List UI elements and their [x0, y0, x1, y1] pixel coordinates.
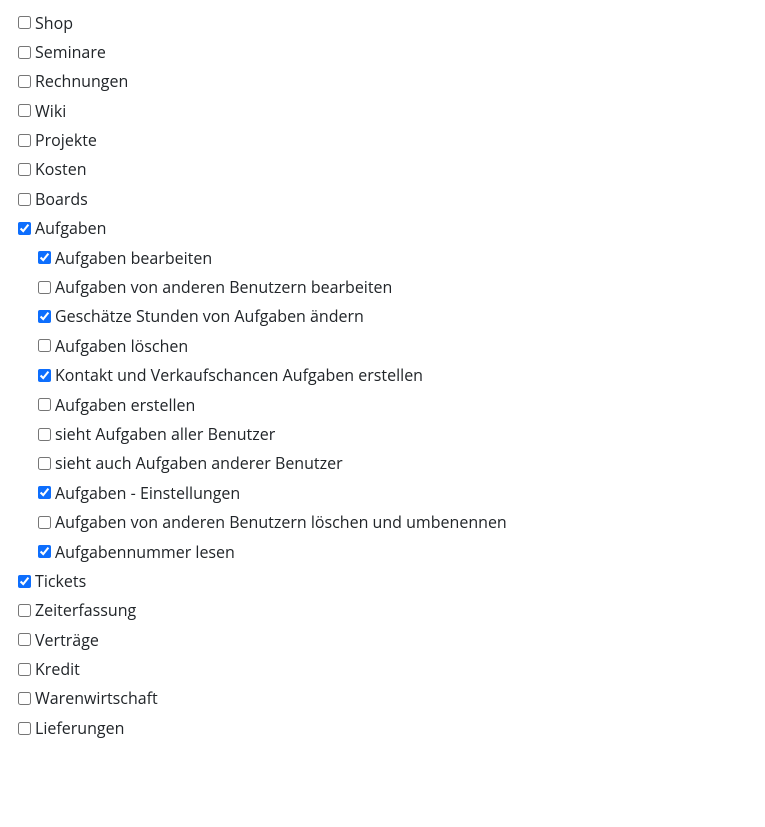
permission-item-aufgaben-kontakt-erstellen: Kontakt und Verkaufschancen Aufgaben ers…	[38, 361, 765, 390]
permission-checkbox-aufgaben-bearbeiten[interactable]	[38, 251, 51, 264]
permission-checkbox-rechnungen[interactable]	[18, 75, 31, 88]
permission-checkbox-aufgaben[interactable]	[18, 222, 31, 235]
permission-label-vertraege: Verträge	[35, 631, 99, 649]
permission-item-aufgaben-einstellungen: Aufgaben - Einstellungen	[38, 478, 765, 507]
permission-checkbox-aufgaben-andere-sehen[interactable]	[38, 457, 51, 470]
permission-checkbox-aufgaben-alle-sehen[interactable]	[38, 428, 51, 441]
permission-label-lieferungen: Lieferungen	[35, 719, 124, 737]
permission-item-shop: Shop	[18, 8, 765, 37]
permission-checkbox-zeiterfassung[interactable]	[18, 604, 31, 617]
permission-checkbox-boards[interactable]	[18, 193, 31, 206]
permission-checkbox-warenwirtschaft[interactable]	[18, 692, 31, 705]
permission-item-seminare: Seminare	[18, 37, 765, 66]
permission-label-aufgaben-alle-sehen: sieht Aufgaben aller Benutzer	[55, 425, 275, 443]
permission-checkbox-wiki[interactable]	[18, 104, 31, 117]
permissions-list: Shop Seminare Rechnungen Wiki Projekte Kosten…	[18, 8, 765, 743]
permission-label-kredit: Kredit	[35, 660, 80, 678]
permission-label-aufgaben-bearbeiten: Aufgaben bearbeiten	[55, 249, 212, 267]
permission-item-wiki: Wiki	[18, 96, 765, 125]
permission-label-wiki: Wiki	[35, 102, 66, 120]
permission-checkbox-aufgaben-einstellungen[interactable]	[38, 486, 51, 499]
permission-label-kosten: Kosten	[35, 160, 87, 178]
permission-label-warenwirtschaft: Warenwirtschaft	[35, 689, 158, 707]
permission-checkbox-aufgabennummer-lesen[interactable]	[38, 545, 51, 558]
permission-checkbox-aufgaben-erstellen[interactable]	[38, 398, 51, 411]
permission-checkbox-seminare[interactable]	[18, 46, 31, 59]
permission-item-warenwirtschaft: Warenwirtschaft	[18, 684, 765, 713]
permission-label-aufgaben-loeschen: Aufgaben löschen	[55, 337, 188, 355]
permission-item-kosten: Kosten	[18, 155, 765, 184]
permission-item-lieferungen: Lieferungen	[18, 713, 765, 742]
permission-item-kredit: Kredit	[18, 655, 765, 684]
permission-checkbox-kosten[interactable]	[18, 163, 31, 176]
permission-label-aufgaben-stunden-aendern: Geschätze Stunden von Aufgaben ändern	[55, 307, 364, 325]
permission-checkbox-aufgaben-kontakt-erstellen[interactable]	[38, 369, 51, 382]
permission-checkbox-tickets[interactable]	[18, 575, 31, 588]
permission-item-aufgaben-andere-bearbeiten: Aufgaben von anderen Benutzern bearbeite…	[38, 273, 765, 302]
permission-item-aufgaben-alle-sehen: sieht Aufgaben aller Benutzer	[38, 419, 765, 448]
permission-item-aufgaben-bearbeiten: Aufgaben bearbeiten	[38, 243, 765, 272]
permission-checkbox-shop[interactable]	[18, 16, 31, 29]
permission-label-tickets: Tickets	[35, 572, 86, 590]
permission-item-aufgaben-erstellen: Aufgaben erstellen	[38, 390, 765, 419]
permission-label-zeiterfassung: Zeiterfassung	[35, 601, 136, 619]
permission-item-aufgaben-andere-sehen: sieht auch Aufgaben anderer Benutzer	[38, 449, 765, 478]
permission-item-aufgaben-andere-loeschen: Aufgaben von anderen Benutzern löschen u…	[38, 508, 765, 537]
permission-item-aufgabennummer-lesen: Aufgabennummer lesen	[38, 537, 765, 566]
permission-item-vertraege: Verträge	[18, 625, 765, 654]
permission-label-aufgaben-andere-sehen: sieht auch Aufgaben anderer Benutzer	[55, 454, 343, 472]
permission-item-tickets: Tickets	[18, 566, 765, 595]
permission-item-aufgaben: Aufgaben	[18, 214, 765, 243]
permission-label-aufgaben-andere-bearbeiten: Aufgaben von anderen Benutzern bearbeite…	[55, 278, 392, 296]
permission-checkbox-vertraege[interactable]	[18, 633, 31, 646]
permission-children-aufgaben: Aufgaben bearbeiten Aufgaben von anderen …	[18, 243, 765, 566]
permission-checkbox-kredit[interactable]	[18, 663, 31, 676]
permission-label-seminare: Seminare	[35, 43, 106, 61]
permission-label-boards: Boards	[35, 190, 88, 208]
permission-item-rechnungen: Rechnungen	[18, 67, 765, 96]
permission-checkbox-lieferungen[interactable]	[18, 722, 31, 735]
permission-checkbox-aufgaben-loeschen[interactable]	[38, 339, 51, 352]
permission-label-aufgaben-andere-loeschen: Aufgaben von anderen Benutzern löschen u…	[55, 513, 507, 531]
permission-checkbox-aufgaben-andere-bearbeiten[interactable]	[38, 281, 51, 294]
permission-item-projekte: Projekte	[18, 126, 765, 155]
permission-checkbox-aufgaben-andere-loeschen[interactable]	[38, 516, 51, 529]
permission-label-aufgaben-erstellen: Aufgaben erstellen	[55, 396, 195, 414]
permission-label-shop: Shop	[35, 14, 73, 32]
permission-checkbox-aufgaben-stunden-aendern[interactable]	[38, 310, 51, 323]
permission-label-aufgaben-kontakt-erstellen: Kontakt und Verkaufschancen Aufgaben ers…	[55, 366, 423, 384]
permission-label-aufgaben-einstellungen: Aufgaben - Einstellungen	[55, 484, 240, 502]
permission-label-rechnungen: Rechnungen	[35, 72, 128, 90]
permission-label-projekte: Projekte	[35, 131, 97, 149]
permission-label-aufgaben: Aufgaben	[35, 219, 106, 237]
permission-label-aufgabennummer-lesen: Aufgabennummer lesen	[55, 543, 235, 561]
permission-checkbox-projekte[interactable]	[18, 134, 31, 147]
permission-item-aufgaben-loeschen: Aufgaben löschen	[38, 331, 765, 360]
permission-item-zeiterfassung: Zeiterfassung	[18, 596, 765, 625]
permission-item-aufgaben-stunden-aendern: Geschätze Stunden von Aufgaben ändern	[38, 302, 765, 331]
permission-item-boards: Boards	[18, 184, 765, 213]
